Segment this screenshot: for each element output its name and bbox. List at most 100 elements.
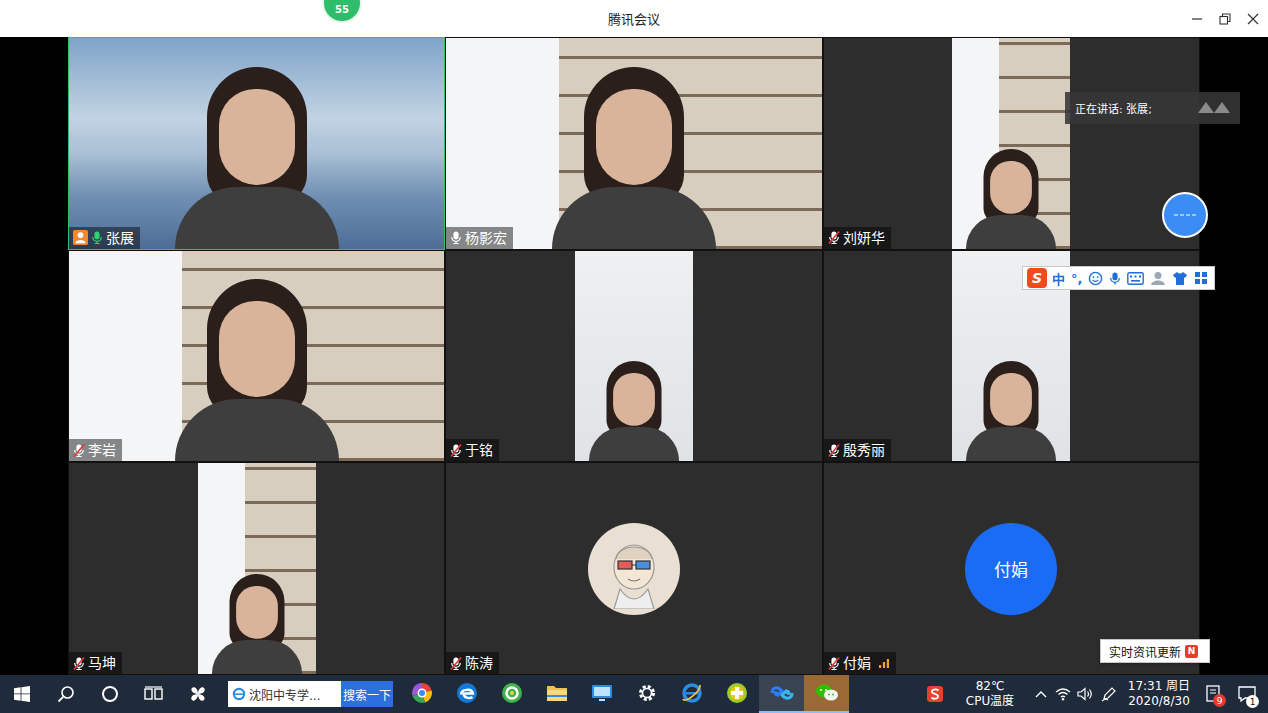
person-figure	[202, 570, 312, 675]
restore-icon[interactable]	[1214, 8, 1236, 30]
window-title: 腾讯会议	[600, 7, 668, 30]
participant-tile[interactable]: 马坤	[68, 462, 445, 675]
speaker-wave-icon	[1196, 99, 1232, 118]
ime-punctuation[interactable]: °,	[1070, 271, 1083, 286]
person-face	[990, 373, 1032, 426]
meeting-badge[interactable]: 55	[322, 0, 362, 23]
signal-icon	[878, 657, 890, 669]
notification-count: 9	[1213, 694, 1226, 707]
start-icon[interactable]	[0, 675, 44, 713]
sogou-icon[interactable]	[920, 675, 950, 713]
title-bar: 腾讯会议 55	[0, 0, 1268, 37]
cortana-icon[interactable]	[88, 675, 132, 713]
pinned-apps	[399, 675, 849, 713]
mic-icon[interactable]	[91, 230, 103, 245]
plus-icon[interactable]	[714, 675, 759, 713]
person-face	[596, 89, 672, 185]
video-frame	[952, 38, 1070, 249]
pen-icon[interactable]	[1096, 675, 1122, 713]
ime-toolbar: S中 °,	[1022, 266, 1215, 290]
search-icon[interactable]	[44, 675, 88, 713]
emoji-icon[interactable]	[1087, 271, 1104, 286]
search-field[interactable]: 沈阳中专学...	[228, 681, 341, 707]
floating-ball-icon[interactable]	[1162, 192, 1208, 238]
toolbox-icon[interactable]	[1193, 271, 1209, 285]
news-popup[interactable]: 实时资讯更新N	[1100, 639, 1210, 663]
wifi-icon[interactable]	[1052, 675, 1074, 713]
action-center-count: 1	[1246, 695, 1259, 708]
video-frame	[198, 463, 316, 674]
security-icon[interactable]	[489, 675, 534, 713]
skin-icon[interactable]	[1171, 271, 1189, 286]
wechat-icon[interactable]	[804, 675, 849, 713]
window-controls	[1186, 8, 1268, 30]
minimize-icon[interactable]	[1186, 8, 1208, 30]
meeting-icon[interactable]	[759, 675, 804, 713]
video-frame	[446, 38, 821, 249]
participant-tile[interactable]: 李岩	[68, 250, 445, 463]
speaker-text: 正在讲话: 张展;	[1075, 100, 1152, 116]
muted-mic-icon[interactable]	[73, 443, 85, 458]
action-center-icon[interactable]: 1	[1230, 675, 1264, 713]
person-figure	[956, 357, 1066, 462]
clock[interactable]: 17:31 周日2020/8/30	[1122, 675, 1196, 713]
participant-tile[interactable]: 陈涛	[445, 462, 822, 675]
host-icon	[73, 230, 88, 245]
cpu-temperature: 82℃CPU温度	[950, 675, 1030, 713]
participant-tile[interactable]: 于铭	[445, 250, 822, 463]
ime-logo[interactable]: S	[1027, 268, 1047, 288]
name-label: 李岩	[69, 439, 122, 461]
browser-icon[interactable]	[399, 675, 444, 713]
user-icon[interactable]	[1149, 271, 1167, 286]
person-figure	[157, 271, 357, 461]
taskview-icon[interactable]	[132, 675, 176, 713]
monitor-icon[interactable]	[579, 675, 624, 713]
video-frame	[69, 251, 444, 462]
taskbar: 沈阳中专学... 搜索一下 82℃CPU温度 17:31 周日2020/8/30 9 1	[0, 675, 1268, 713]
settings-icon[interactable]	[624, 675, 669, 713]
temperature-label: CPU温度	[966, 694, 1014, 709]
name-label: 付娟	[824, 652, 896, 674]
person-body	[175, 399, 339, 461]
person-body	[175, 187, 339, 249]
name-label: 杨影宏	[446, 227, 513, 249]
ie-icon[interactable]	[669, 675, 714, 713]
participant-name: 于铭	[465, 441, 493, 459]
muted-mic-icon[interactable]	[73, 656, 85, 671]
chevron-up-icon[interactable]	[1030, 675, 1052, 713]
participant-tile[interactable]: 刘妍华	[823, 37, 1200, 250]
participant-tile[interactable]: 张展	[68, 37, 445, 250]
close-icon[interactable]	[1242, 8, 1264, 30]
mic-icon[interactable]	[450, 230, 462, 245]
folder-icon[interactable]	[534, 675, 579, 713]
system-tray: 82℃CPU温度 17:31 周日2020/8/30 9 1	[920, 675, 1268, 713]
search-text: 沈阳中专学...	[249, 686, 320, 703]
ie-icon	[232, 687, 246, 701]
browser-search-box: 沈阳中专学... 搜索一下	[228, 681, 393, 707]
name-label: 刘妍华	[824, 227, 891, 249]
pinwheel-icon[interactable]	[176, 675, 220, 713]
participant-grid: 张展杨影宏刘妍华李岩于铭殷秀丽马坤陈涛付娟付娟	[68, 37, 1200, 675]
muted-mic-icon[interactable]	[828, 656, 840, 671]
edge-icon[interactable]	[444, 675, 489, 713]
muted-mic-icon[interactable]	[450, 443, 462, 458]
search-button[interactable]: 搜索一下	[341, 681, 393, 707]
participant-tile[interactable]: 杨影宏	[445, 37, 822, 250]
notification-icon[interactable]: 9	[1196, 675, 1230, 713]
video-frame	[575, 251, 693, 462]
person-figure	[534, 59, 734, 249]
name-label: 陈涛	[446, 652, 499, 674]
muted-mic-icon[interactable]	[828, 230, 840, 245]
name-label: 张展	[69, 227, 140, 249]
person-body	[552, 187, 716, 249]
voice-icon[interactable]	[1108, 271, 1122, 286]
participant-name: 付娟	[843, 654, 871, 672]
video-area: 张展杨影宏刘妍华李岩于铭殷秀丽马坤陈涛付娟付娟	[0, 37, 1268, 675]
muted-mic-icon[interactable]	[450, 656, 462, 671]
participant-name: 马坤	[88, 654, 116, 672]
muted-mic-icon[interactable]	[828, 443, 840, 458]
speaker-icon[interactable]	[1074, 675, 1096, 713]
keyboard-icon[interactable]	[1126, 272, 1145, 285]
ime-mode[interactable]: 中	[1051, 269, 1066, 288]
person-figure	[157, 59, 357, 249]
